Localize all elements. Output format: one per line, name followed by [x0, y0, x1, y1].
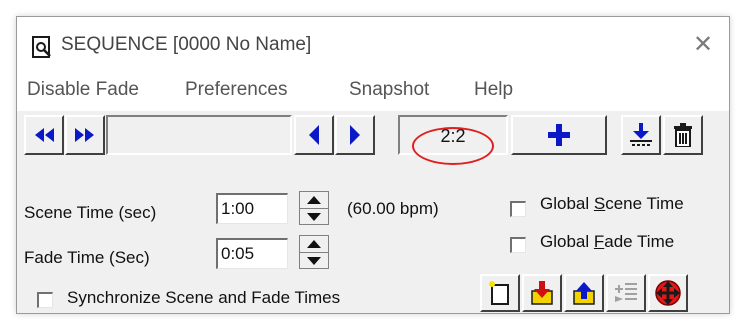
scene-time-label: Scene Time (sec) — [24, 203, 157, 222]
import-button[interactable] — [621, 115, 661, 155]
global-fade-time-checkbox[interactable] — [510, 237, 526, 253]
menu-help[interactable]: Help — [474, 79, 513, 101]
scene-time-down-arrow-icon[interactable] — [300, 209, 328, 225]
fast-forward-button[interactable] — [65, 115, 105, 155]
synchronize-label: Synchronize Scene and Fade Times — [67, 288, 341, 307]
move-scene-up-button[interactable] — [564, 274, 604, 312]
step-back-icon — [309, 125, 319, 145]
new-scene-icon — [489, 281, 509, 305]
window-title: SEQUENCE [0000 No Name] — [61, 34, 312, 55]
trash-icon — [674, 123, 692, 147]
menu-preferences[interactable]: Preferences — [185, 79, 287, 101]
move-scene-down-button[interactable] — [522, 274, 562, 312]
fade-time-up-arrow-icon[interactable] — [300, 236, 328, 252]
bpm-readout: (60.00 bpm) — [347, 199, 439, 218]
global-scene-time-checkbox[interactable] — [510, 201, 526, 217]
fast-forward-icon — [75, 128, 94, 142]
close-icon: ✕ — [692, 31, 714, 58]
scene-name-field[interactable] — [106, 115, 292, 155]
step-forward-icon — [350, 125, 360, 145]
title-bar: SEQUENCE [0000 No Name] ✕ — [17, 17, 729, 75]
fade-time-input[interactable]: 0:05 — [216, 238, 288, 269]
scene-time-input[interactable]: 1:00 — [216, 193, 288, 224]
document-magnifier-icon — [32, 36, 51, 58]
menu-disable-fade[interactable]: Disable Fade — [27, 79, 139, 101]
close-button[interactable]: ✕ — [683, 25, 723, 65]
new-scene-button[interactable] — [480, 274, 520, 312]
scene-time-up-arrow-icon[interactable] — [300, 192, 328, 208]
rewind-icon — [35, 128, 54, 142]
menu-snapshot[interactable]: Snapshot — [349, 79, 429, 101]
move-down-icon — [531, 281, 553, 305]
import-down-icon — [630, 123, 652, 146]
previous-scene-button[interactable] — [294, 115, 334, 155]
fade-time-label: Fade Time (Sec) — [24, 248, 150, 267]
add-scene-button[interactable] — [511, 115, 607, 155]
next-scene-button[interactable] — [335, 115, 375, 155]
highlight-annotation — [412, 127, 494, 165]
fade-time-spinner[interactable] — [299, 235, 329, 269]
fade-time-down-arrow-icon[interactable] — [300, 253, 328, 269]
global-fade-time-label: Global Fade Time — [540, 232, 675, 251]
toolbar: 2:2 — [17, 112, 729, 165]
insert-list-icon — [615, 283, 637, 302]
move-all-button[interactable] — [648, 274, 688, 312]
add-icon — [548, 124, 570, 146]
synchronize-checkbox[interactable] — [37, 292, 53, 308]
global-scene-time-label: Global Scene Time — [540, 194, 684, 213]
delete-button[interactable] — [663, 115, 703, 155]
insert-list-button[interactable] — [606, 274, 646, 312]
rewind-button[interactable] — [24, 115, 64, 155]
scene-time-spinner[interactable] — [299, 191, 329, 225]
menu-bar: Disable Fade Preferences Snapshot Help — [17, 75, 729, 111]
move-all-icon — [655, 280, 681, 306]
sequence-window: SEQUENCE [0000 No Name] ✕ Disable Fade P… — [16, 16, 730, 314]
move-up-icon — [573, 282, 595, 305]
